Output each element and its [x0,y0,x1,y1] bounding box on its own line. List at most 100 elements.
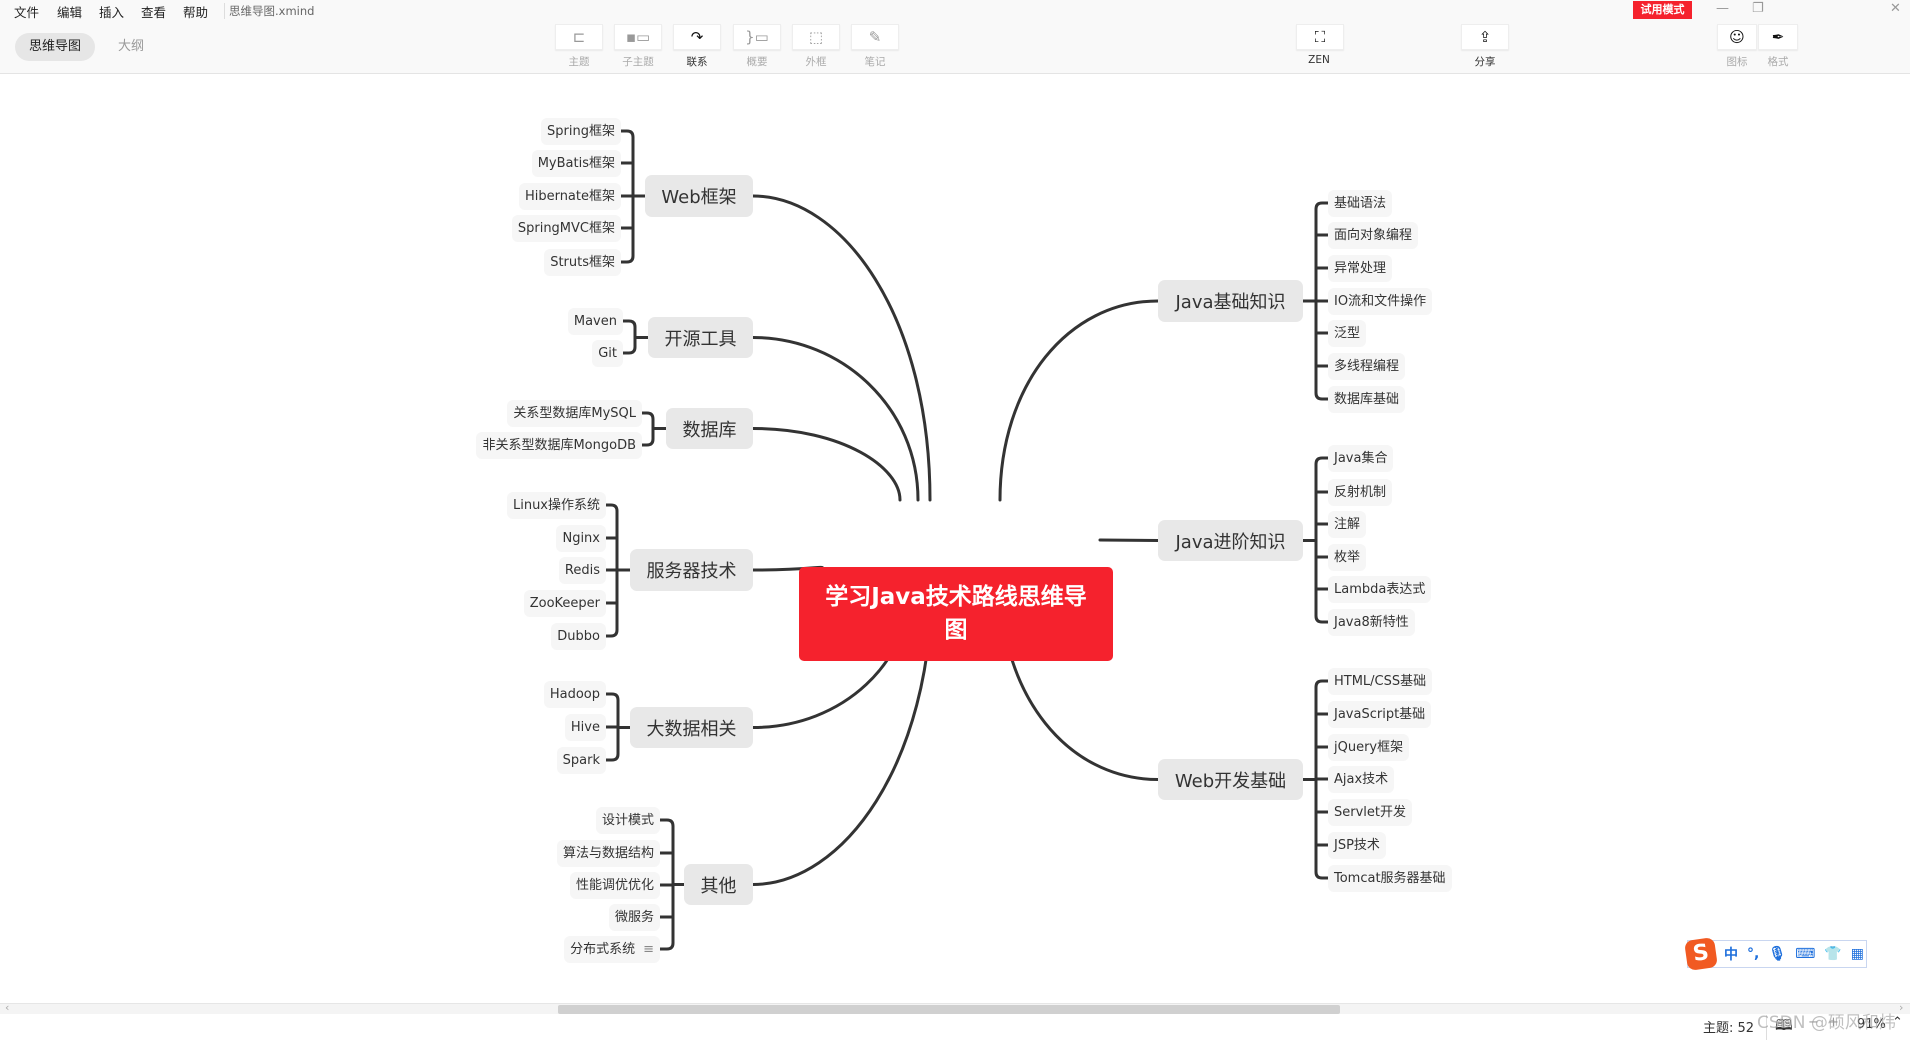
apps-icon[interactable]: ▦ [1851,946,1864,962]
main-topic[interactable]: 开源工具 [648,317,753,358]
subtopic[interactable]: 非关系型数据库MongoDB [476,432,642,459]
subtopic[interactable]: Git [592,340,623,367]
share-button[interactable]: ⇪ [1461,24,1509,50]
toolbar-button-5[interactable]: ✎ [851,24,899,50]
subtopic[interactable]: HTML/CSS基础 [1328,668,1433,695]
main-topic[interactable]: 其他 [684,864,753,905]
subtopic[interactable]: Tomcat服务器基础 [1328,865,1452,892]
subtopic-label: 注解 [1334,517,1361,532]
horizontal-scrollbar[interactable]: ‹ › [0,1001,1910,1014]
scrollbar-thumb[interactable] [558,1005,1340,1014]
subtopic[interactable]: 注解 [1328,511,1367,538]
main-topic[interactable]: Java进阶知识 [1158,520,1303,561]
ime-mode[interactable]: 中 [1724,944,1738,964]
subtopic[interactable]: ZooKeeper [523,590,606,617]
subtopic[interactable]: Nginx [556,525,606,552]
scroll-right-icon[interactable]: › [1899,1001,1903,1014]
subtopic[interactable]: Redis [558,557,606,584]
subtopic[interactable]: JavaScript基础 [1328,701,1432,728]
restore-icon[interactable]: ❐ [1752,1,1764,16]
ime-toolbar[interactable]: S 中 °, 🎙 ⌨ 👕 ▦ [1684,937,1867,971]
toolbar-button-4[interactable]: ⬚ [792,24,840,50]
scroll-left-icon[interactable]: ‹ [5,1001,9,1014]
menu-file[interactable]: 文件 [14,2,39,21]
subtopic[interactable]: 关系型数据库MySQL [507,400,642,427]
subtopic[interactable]: 多线程编程 [1328,353,1406,380]
minimize-icon[interactable]: — [1716,1,1729,16]
subtopic[interactable]: Java8新特性 [1328,609,1415,636]
central-topic[interactable]: 学习Java技术路线思维导图 [799,567,1113,661]
subtopic[interactable]: JSP技术 [1328,832,1386,859]
subtopic-label: 性能调优优化 [575,878,654,893]
status-bar: 主题: 52 🕮 − + 91% ⌃ [0,1014,1910,1040]
note-icon[interactable]: ≡ [643,942,654,957]
zen-button[interactable]: ⛶ [1296,24,1344,50]
subtopic[interactable]: 面向对象编程 [1328,222,1419,249]
toolbar-button-2[interactable]: ↷ [673,24,721,50]
subtopic[interactable]: MyBatis框架 [531,150,621,177]
subtopic[interactable]: Spring框架 [541,118,621,145]
menu-view[interactable]: 查看 [141,2,166,21]
subtopic[interactable]: Maven [567,308,623,335]
subtopic[interactable]: 枚举 [1328,544,1367,571]
main-topic[interactable]: 服务器技术 [630,549,753,591]
main-topic[interactable]: Java基础知识 [1158,280,1303,322]
mindmap-canvas[interactable]: 学习Java技术路线思维导图 Web框架 Spring框架 MyBatis框架 Hib… [0,74,1910,1004]
subtopic[interactable]: Hibernate框架 [518,183,621,210]
main-topic[interactable]: 数据库 [666,408,753,449]
subtopic-label: Git [598,346,617,361]
subtopic[interactable]: 分布式系统 ≡ [564,936,660,963]
main-topic[interactable]: 大数据相关 [630,707,753,748]
close-icon[interactable]: ✕ [1890,1,1901,16]
subtopic[interactable]: 异常处理 [1328,255,1393,282]
subtopic[interactable]: Servlet开发 [1328,799,1412,826]
subtopic[interactable]: Spark [556,747,606,774]
subtopic[interactable]: Java集合 [1328,445,1394,472]
boundary-icon: ⬚ [808,28,824,46]
summary-icon: }▭ [745,28,769,46]
format-panel-button[interactable]: ✒ [1758,24,1798,50]
subtopic[interactable]: 微服务 [608,904,660,931]
subtopic[interactable]: SpringMVC框架 [511,215,621,242]
subtopic[interactable]: Ajax技术 [1328,766,1395,793]
subtopic[interactable]: jQuery框架 [1328,734,1410,761]
subtopic[interactable]: 性能调优优化 [569,872,660,899]
title-toolbar: 文件 编辑 插入 查看 帮助 思维导图.xmind 思维导图 大纲 ⊏ 主题 ▪▭ 子… [0,0,1910,74]
toolbar-button-3[interactable]: }▭ [733,24,781,50]
menu-insert[interactable]: 插入 [99,2,124,21]
toolbar-button-1[interactable]: ▪▭ [614,24,662,50]
subtopic[interactable]: 算法与数据结构 [556,840,660,867]
subtopic[interactable]: Struts框架 [544,249,621,276]
ime-punct-icon[interactable]: °, [1747,946,1759,962]
menu-edit[interactable]: 编辑 [57,2,82,21]
skin-icon[interactable]: 👕 [1824,946,1841,962]
toolbar-label-4: 外框 [805,56,827,68]
icons-panel-button[interactable]: ☺ [1717,24,1757,50]
keyboard-icon[interactable]: ⌨ [1795,946,1815,962]
subtopic[interactable]: Lambda表达式 [1328,576,1432,603]
subtopic[interactable]: 设计模式 [595,807,660,834]
subtopic[interactable]: 反射机制 [1328,479,1393,506]
subtopic[interactable]: Dubbo [551,623,606,650]
subtopic[interactable]: 数据库基础 [1328,386,1406,413]
toolbar-button-0[interactable]: ⊏ [555,24,603,50]
subtopic-label: Hadoop [549,687,600,702]
subtopic[interactable]: IO流和文件操作 [1328,288,1433,315]
share-label: 分享 [1474,56,1496,68]
microphone-icon[interactable]: 🎙 [1768,946,1786,962]
main-topic[interactable]: Web开发基础 [1158,759,1303,800]
main-topic[interactable]: Web框架 [645,175,753,217]
subtopic[interactable]: Hadoop [543,681,606,708]
subtopic[interactable]: 基础语法 [1328,190,1393,217]
subtopic[interactable]: Hive [564,714,606,741]
subtopic[interactable]: Linux操作系统 [506,492,606,519]
note-icon: ✎ [868,28,882,46]
connector-left-1 [751,336,920,502]
menu-help[interactable]: 帮助 [183,2,208,21]
tab-mindmap[interactable]: 思维导图 [15,33,96,61]
subtopic[interactable]: 泛型 [1328,320,1367,347]
subtopic-label: Spring框架 [547,124,615,139]
subtopic-label: Lambda表达式 [1334,582,1426,597]
trial-mode-badge[interactable]: 试用模式 [1633,1,1692,19]
tab-outline[interactable]: 大纲 [104,33,158,61]
